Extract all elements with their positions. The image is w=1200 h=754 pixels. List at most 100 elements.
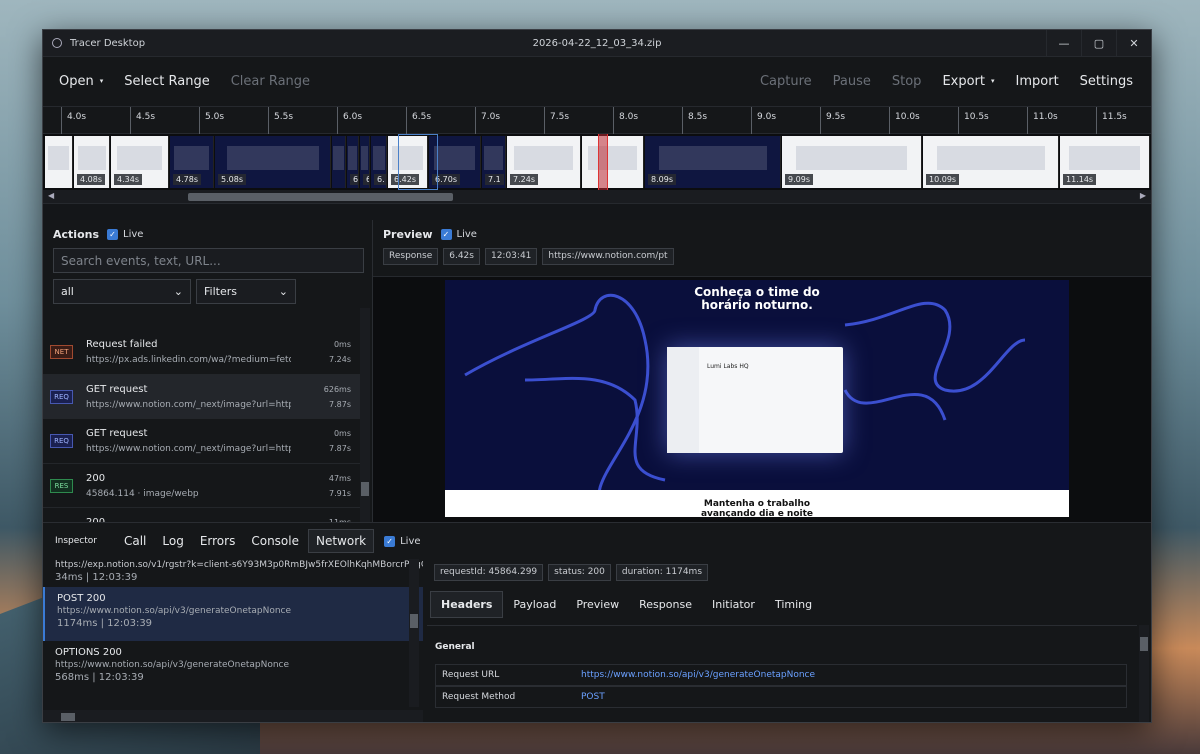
filmstrip-frame[interactable]: 11.14s: [1060, 136, 1150, 188]
actions-live-toggle[interactable]: ✓ Live: [107, 228, 143, 240]
inspector-label: Inspector: [55, 536, 97, 546]
close-button[interactable]: ✕: [1116, 30, 1151, 57]
timeline-tick: 9.0s: [751, 107, 776, 134]
playhead-cursor[interactable]: [598, 134, 608, 190]
scroll-thumb[interactable]: [1140, 637, 1148, 651]
timeline-scrollbar[interactable]: ◀ ▶: [43, 190, 1151, 204]
scroll-thumb[interactable]: [361, 482, 369, 496]
preview-tag: 6.42s: [443, 248, 480, 265]
tab-call[interactable]: Call: [117, 530, 153, 552]
checkbox-icon[interactable]: ✓: [384, 535, 396, 547]
event-url: https://px.ads.linkedin.com/wa/?medium=f…: [86, 355, 291, 365]
event-list-scrollbar[interactable]: [360, 308, 370, 522]
actions-title: Actions: [53, 227, 99, 241]
request-title: POST 200: [57, 593, 106, 604]
capture-button[interactable]: Capture: [760, 74, 812, 89]
checkbox-icon[interactable]: ✓: [440, 228, 452, 240]
event-title: 200: [86, 472, 106, 484]
stop-button[interactable]: Stop: [892, 74, 922, 89]
event-duration: 0ms: [333, 429, 351, 438]
general-title: General: [435, 642, 475, 652]
filmstrip-frame[interactable]: [582, 136, 644, 188]
timeline-tick: 9.5s: [820, 107, 845, 134]
settings-button[interactable]: Settings: [1080, 74, 1133, 89]
filmstrip-frame[interactable]: 4.34s: [111, 136, 169, 188]
clear-range-button[interactable]: Clear Range: [231, 74, 310, 89]
scroll-left-icon[interactable]: ◀: [48, 191, 54, 200]
import-button[interactable]: Import: [1016, 74, 1059, 89]
pause-button[interactable]: Pause: [833, 74, 871, 89]
scroll-thumb[interactable]: [410, 614, 418, 628]
detail-scrollbar[interactable]: [1139, 625, 1149, 722]
event-row[interactable]: REQ GET request https://www.notion.com/_ne…: [43, 374, 361, 419]
detail-tab-response[interactable]: Response: [629, 591, 702, 618]
filmstrip-frame[interactable]: 8.09s: [645, 136, 781, 188]
request-meta: 1174ms | 12:03:39: [57, 618, 153, 629]
event-duration: 0ms: [333, 340, 351, 349]
filmstrip-frame[interactable]: 5.08s: [215, 136, 331, 188]
minimize-button[interactable]: —: [1046, 30, 1081, 57]
actions-panel: Actions ✓ Live Search events, text, URL..…: [43, 220, 373, 522]
filters-select[interactable]: Filters ⌄: [196, 279, 296, 304]
request-list-hscrollbar[interactable]: [43, 710, 423, 722]
header-value[interactable]: https://www.notion.so/api/v3/generateOne…: [581, 670, 815, 680]
filmstrip-frame[interactable]: 6.: [360, 136, 370, 188]
filmstrip-frame[interactable]: 10.09s: [923, 136, 1059, 188]
filmstrip[interactable]: 11.11.14s10.09s9.09s8.09s7.24s7.16.70s6.…: [43, 134, 1151, 190]
search-input[interactable]: Search events, text, URL...: [53, 248, 364, 273]
frame-time-label: 7.1: [485, 174, 504, 185]
header-value[interactable]: POST: [581, 692, 605, 702]
header-row: Request Method POST: [435, 686, 1127, 708]
tab-network[interactable]: Network: [307, 529, 375, 553]
export-menu[interactable]: Export ▾: [942, 74, 994, 89]
filmstrip-frame[interactable]: [45, 136, 73, 188]
event-row[interactable]: REQ GET request https://www.notion.com/_ne…: [43, 419, 361, 464]
type-filter-select[interactable]: all ⌄: [53, 279, 191, 304]
detail-tab-initiator[interactable]: Initiator: [702, 591, 765, 618]
filmstrip-frame[interactable]: 11.: [1151, 136, 1152, 188]
filmstrip-frame[interactable]: 4.08s: [74, 136, 110, 188]
open-menu[interactable]: Open ▾: [59, 74, 103, 89]
tab-errors[interactable]: Errors: [193, 530, 243, 552]
event-row[interactable]: RES 200 45864.114 · image/webp 47ms 7.91s: [43, 464, 361, 508]
event-time: 7.24s: [329, 355, 351, 364]
filmstrip-frame[interactable]: 4.78s: [170, 136, 214, 188]
event-time: 7.87s: [329, 399, 351, 409]
detail-tab-timing[interactable]: Timing: [765, 591, 822, 618]
request-title: OPTIONS 200: [55, 647, 122, 658]
tab-log[interactable]: Log: [155, 530, 190, 552]
filmstrip-frame[interactable]: 6.: [347, 136, 359, 188]
select-range-button[interactable]: Select Range: [124, 74, 209, 89]
chevron-down-icon: ▾: [99, 77, 104, 85]
timeline-tick: 8.5s: [682, 107, 707, 134]
detail-tab-headers[interactable]: Headers: [430, 591, 504, 618]
event-row[interactable]: RES20011ms: [43, 508, 361, 522]
preview-live-toggle[interactable]: ✓ Live: [440, 228, 477, 240]
event-url: 45864.114 · image/webp: [86, 488, 199, 499]
filmstrip-frame[interactable]: [332, 136, 346, 188]
detail-tab-preview[interactable]: Preview: [566, 591, 629, 618]
filmstrip-frame[interactable]: 7.1: [482, 136, 506, 188]
request-list-scrollbar[interactable]: [409, 559, 419, 707]
detail-tab-payload[interactable]: Payload: [503, 591, 566, 618]
filmstrip-frame[interactable]: 7.24s: [507, 136, 581, 188]
request-row[interactable]: POST 200 https://www.notion.so/api/v3/gen…: [43, 587, 423, 641]
checkbox-icon[interactable]: ✓: [107, 228, 118, 240]
event-type-badge: REQ: [50, 434, 73, 448]
scroll-right-icon[interactable]: ▶: [1140, 191, 1146, 200]
event-duration: 626ms: [323, 384, 351, 394]
timeline-ruler[interactable]: 4.0s 4.5s 5.0s 5.5s 6.0s 6.5s 7.0s 7.5s 8.0s 8.5s…: [43, 107, 1151, 134]
filmstrip-frame[interactable]: 9.09s: [782, 136, 922, 188]
maximize-button[interactable]: ▢: [1081, 30, 1116, 57]
filmstrip-frame[interactable]: 6.: [371, 136, 387, 188]
scroll-thumb[interactable]: [61, 713, 75, 721]
tab-console[interactable]: Console: [244, 530, 306, 552]
request-row[interactable]: OPTIONS 200 https://www.notion.so/api/v3/…: [43, 641, 423, 695]
header-row: Request URL https://www.notion.so/api/v3/…: [435, 664, 1127, 686]
event-row[interactable]: NET Request failed https://px.ads.linkedin…: [43, 330, 361, 375]
file-name: 2026-04-22_12_03_34.zip: [532, 37, 662, 49]
inspector-live-toggle[interactable]: ✓ Live: [384, 535, 421, 547]
scroll-thumb[interactable]: [188, 193, 453, 201]
preview-tag: https://www.notion.com/pt: [542, 248, 674, 265]
request-row[interactable]: https://exp.notion.so/v1/rgstr?k=client-…: [43, 559, 423, 587]
